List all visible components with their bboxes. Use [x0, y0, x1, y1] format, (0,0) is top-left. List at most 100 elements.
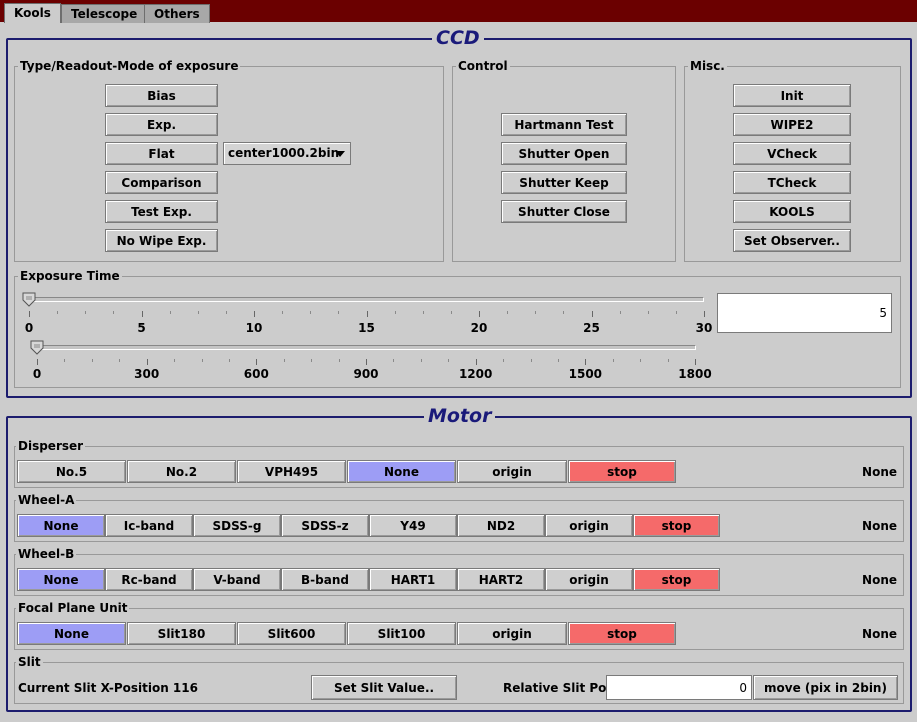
disperser-no-5-button[interactable]: No.5 — [17, 460, 126, 483]
wheel-a-status: None — [862, 519, 897, 533]
wheel-a-origin-button[interactable]: origin — [545, 514, 633, 537]
disperser-status: None — [862, 465, 897, 479]
chevron-down-icon — [335, 151, 345, 157]
relative-slit-pos-input[interactable] — [606, 675, 752, 700]
wheel-b-hart1-button[interactable]: HART1 — [369, 568, 457, 591]
exposure-slider-seconds-tick — [394, 311, 396, 314]
wheel-b-stop-button[interactable]: stop — [633, 568, 720, 591]
exposure-slider-long-tick — [283, 359, 285, 362]
wheel-b-b-band-button[interactable]: B-band — [281, 568, 369, 591]
wheel-a-nd2-button[interactable]: ND2 — [457, 514, 545, 537]
bias-button[interactable]: Bias — [105, 84, 218, 107]
exposure-slider-long-tick — [311, 359, 313, 362]
fpu-slit100-button[interactable]: Slit100 — [347, 622, 456, 645]
no-wipe-exp-button[interactable]: No Wipe Exp. — [105, 229, 218, 252]
exposure-slider-seconds-tick — [507, 311, 509, 314]
exposure-slider-seconds-thumb[interactable] — [22, 292, 36, 307]
exposure-slider-long-track[interactable] — [37, 345, 696, 350]
wheel-a-sdss-g-button[interactable]: SDSS-g — [193, 514, 281, 537]
exposure-slider-seconds-tick — [29, 311, 30, 317]
type-group-title: Type/Readout-Mode of exposure — [18, 59, 241, 73]
set-slit-value-button[interactable]: Set Slit Value.. — [311, 675, 457, 700]
exposure-slider-seconds-tick — [338, 311, 340, 314]
move-button[interactable]: move (pix in 2bin) — [753, 675, 898, 700]
tab-kools[interactable]: Kools — [4, 3, 61, 23]
exposure-slider-seconds-tick-label: 5 — [137, 321, 146, 335]
exposure-slider-seconds-tick — [591, 311, 593, 317]
exposure-slider-seconds-tick — [704, 311, 705, 317]
exposure-slider-seconds-tick-label: 25 — [583, 321, 600, 335]
kools-button[interactable]: KOOLS — [733, 200, 851, 223]
fpu-status: None — [862, 627, 897, 641]
exposure-slider-seconds-tick — [422, 311, 424, 314]
tcheck-button[interactable]: TCheck — [733, 171, 851, 194]
disperser-vph495-button[interactable]: VPH495 — [237, 460, 346, 483]
exposure-slider-long-tick — [256, 359, 258, 365]
init-button[interactable]: Init — [733, 84, 851, 107]
exposure-slider-long-tick — [557, 359, 559, 362]
disperser-no-2-button[interactable]: No.2 — [127, 460, 236, 483]
flat-button[interactable]: Flat — [105, 142, 218, 165]
exposure-slider-seconds-track[interactable] — [29, 297, 704, 302]
flat-mode-select[interactable]: center1000.2bin — [223, 142, 351, 165]
shutter-keep-button[interactable]: Shutter Keep — [501, 171, 627, 194]
exposure-slider-seconds-tick — [647, 311, 649, 314]
exposure-slider-long-thumb[interactable] — [30, 340, 44, 355]
exposure-slider-long-tick — [475, 359, 477, 365]
fpu-origin-button[interactable]: origin — [457, 622, 567, 645]
hartmann-test-button[interactable]: Hartmann Test — [501, 113, 627, 136]
test-exp-button[interactable]: Test Exp. — [105, 200, 218, 223]
exposure-slider-long-tick — [174, 359, 176, 362]
disperser-origin-button[interactable]: origin — [457, 460, 567, 483]
fpu-slit180-button[interactable]: Slit180 — [127, 622, 236, 645]
wheel-a-ic-band-button[interactable]: Ic-band — [105, 514, 193, 537]
shutter-open-button[interactable]: Shutter Open — [501, 142, 627, 165]
exposure-time-input[interactable] — [717, 293, 892, 333]
exposure-slider-long-tick — [146, 359, 148, 365]
vcheck-button[interactable]: VCheck — [733, 142, 851, 165]
tab-others[interactable]: Others — [144, 4, 210, 23]
exposure-slider-long-tick — [338, 359, 340, 362]
exposure-slider-seconds-tick — [450, 311, 452, 314]
wheel-b-none-button[interactable]: None — [17, 568, 105, 591]
exposure-group-title: Exposure Time — [18, 269, 122, 283]
exposure-slider-long-tick — [640, 359, 642, 362]
exposure-slider-long-tick-label: 600 — [243, 367, 269, 381]
fpu-stop-button[interactable]: stop — [568, 622, 676, 645]
exposure-slider-long-tick — [201, 359, 203, 362]
exposure-slider-long-tick — [228, 359, 230, 362]
flat-mode-value: center1000.2bin — [228, 146, 340, 160]
set-observer-button[interactable]: Set Observer.. — [733, 229, 851, 252]
wheel-a-sdss-z-button[interactable]: SDSS-z — [281, 514, 369, 537]
wheel-a-stop-button[interactable]: stop — [633, 514, 720, 537]
ccd-title: CCD — [432, 28, 484, 48]
fpu-slit600-button[interactable]: Slit600 — [237, 622, 346, 645]
exposure-slider-seconds-tick — [310, 311, 312, 314]
wheel-a-none-button[interactable]: None — [17, 514, 105, 537]
wipe2-button[interactable]: WIPE2 — [733, 113, 851, 136]
shutter-close-button[interactable]: Shutter Close — [501, 200, 627, 223]
exposure-slider-seconds-tick — [282, 311, 284, 314]
exposure-slider-long-tick — [503, 359, 505, 362]
relative-slit-pos-label: Relative Slit Pos. — [503, 681, 619, 695]
disperser-none-button[interactable]: None — [347, 460, 456, 483]
exp-button[interactable]: Exp. — [105, 113, 218, 136]
exposure-slider-long-tick — [420, 359, 422, 362]
exposure-slider-long-tick — [393, 359, 395, 362]
wheel-b-rc-band-button[interactable]: Rc-band — [105, 568, 193, 591]
exposure-slider-long-tick — [585, 359, 587, 365]
wheel-b-status: None — [862, 573, 897, 587]
disperser-stop-button[interactable]: stop — [568, 460, 676, 483]
fpu-none-button[interactable]: None — [17, 622, 126, 645]
slit-group-title: Slit — [16, 655, 43, 669]
comparison-button[interactable]: Comparison — [105, 171, 218, 194]
exposure-slider-seconds-tick — [169, 311, 171, 314]
wheel-b-hart2-button[interactable]: HART2 — [457, 568, 545, 591]
wheel-b-v-band-button[interactable]: V-band — [193, 568, 281, 591]
wheel-b-origin-button[interactable]: origin — [545, 568, 633, 591]
exposure-slider-long-tick-label: 300 — [134, 367, 160, 381]
exposure-slider-long-tick-label: 1500 — [568, 367, 603, 381]
wheel-a-y49-button[interactable]: Y49 — [369, 514, 457, 537]
slit-position-text: Current Slit X-Position 116 — [18, 681, 198, 695]
tab-telescope[interactable]: Telescope — [61, 4, 148, 23]
